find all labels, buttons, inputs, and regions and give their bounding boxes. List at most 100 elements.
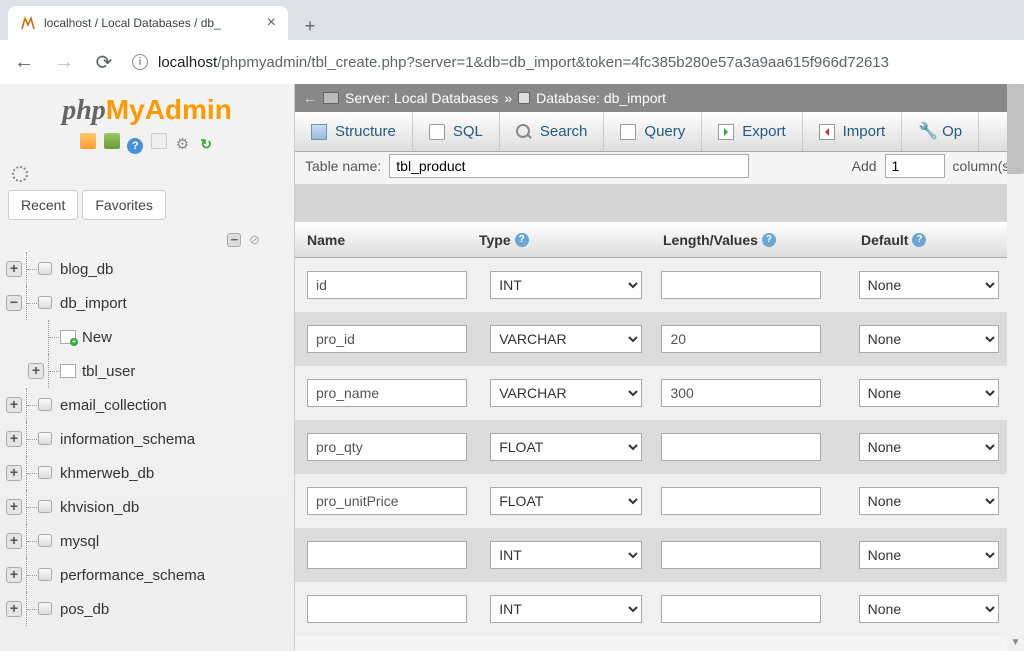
scrollbar-thumb[interactable] xyxy=(1007,84,1024,174)
expand-icon[interactable]: − xyxy=(6,295,22,311)
favorites-button[interactable]: Favorites xyxy=(82,190,166,220)
column-length-input[interactable] xyxy=(661,541,821,569)
column-length-input[interactable] xyxy=(661,487,821,515)
column-type-select[interactable]: FLOAT xyxy=(490,487,642,515)
docs-icon[interactable]: ? xyxy=(127,138,143,154)
tab-sql[interactable]: SQL xyxy=(413,112,500,151)
tab-search[interactable]: Search xyxy=(500,112,605,151)
operations-icon: 🔧 xyxy=(918,124,934,140)
tab-import[interactable]: Import xyxy=(803,112,903,151)
tree-item[interactable]: +New xyxy=(6,320,288,354)
link-icon[interactable]: ⊘ xyxy=(249,232,260,247)
column-length-input[interactable] xyxy=(661,433,821,461)
tree-item-label[interactable]: information_schema xyxy=(60,431,195,448)
database-icon xyxy=(38,466,54,480)
column-length-input[interactable] xyxy=(661,271,821,299)
settings-icon[interactable]: ⚙ xyxy=(174,137,190,153)
reload-nav-icon[interactable]: ↻ xyxy=(198,136,214,152)
url-field[interactable]: i localhost/phpmyadmin/tbl_create.php?se… xyxy=(132,54,1012,71)
tree-item[interactable]: + email_collection xyxy=(6,388,288,422)
sql-docs-icon[interactable] xyxy=(151,133,167,149)
column-type-select[interactable]: VARCHAR xyxy=(490,325,642,353)
column-name-input[interactable] xyxy=(307,433,467,461)
table-name-input[interactable] xyxy=(389,154,749,178)
tab-structure[interactable]: Structure xyxy=(295,112,413,151)
tree-item-label[interactable]: tbl_user xyxy=(82,363,135,380)
column-default-select[interactable]: None xyxy=(859,325,999,353)
column-default-select[interactable]: None xyxy=(859,379,999,407)
help-icon[interactable]: ? xyxy=(912,233,926,247)
help-icon[interactable]: ? xyxy=(762,233,776,247)
tree-item[interactable]: + pos_db xyxy=(6,592,288,626)
scrollbar-down-icon[interactable]: ▼ xyxy=(1007,634,1024,651)
browser-tab[interactable]: localhost / Local Databases / db_ × xyxy=(8,6,288,40)
home-icon[interactable] xyxy=(80,133,96,149)
tab-operations[interactable]: 🔧Op xyxy=(902,112,979,151)
column-default-select[interactable]: None xyxy=(859,487,999,515)
nav-back-icon[interactable]: ← xyxy=(12,51,36,74)
tree-item-label[interactable]: khmerweb_db xyxy=(60,465,154,482)
logout-icon[interactable] xyxy=(104,133,120,149)
tree-item-label[interactable]: khvision_db xyxy=(60,499,139,516)
tab-export[interactable]: Export xyxy=(702,112,802,151)
expand-icon[interactable]: + xyxy=(6,533,22,549)
column-name-input[interactable] xyxy=(307,379,467,407)
tree-item[interactable]: + tbl_user xyxy=(6,354,288,388)
column-type-select[interactable]: FLOAT xyxy=(490,433,642,461)
tree-item[interactable]: + khvision_db xyxy=(6,490,288,524)
tree-item-label[interactable]: blog_db xyxy=(60,261,113,278)
shortcut-bar: ? ⚙ ↻ xyxy=(6,129,288,162)
column-name-input[interactable] xyxy=(307,595,467,623)
tab-query[interactable]: Query xyxy=(604,112,702,151)
column-length-input[interactable] xyxy=(661,379,821,407)
column-default-select[interactable]: None xyxy=(859,271,999,299)
expand-icon[interactable]: + xyxy=(6,261,22,277)
expand-icon[interactable]: + xyxy=(6,499,22,515)
column-name-input[interactable] xyxy=(307,325,467,353)
column-length-input[interactable] xyxy=(661,595,821,623)
expand-icon[interactable]: + xyxy=(6,567,22,583)
column-name-input[interactable] xyxy=(307,541,467,569)
expand-icon[interactable]: + xyxy=(6,465,22,481)
breadcrumb-database[interactable]: Database: db_import xyxy=(536,90,666,106)
collapse-all-icon[interactable]: − xyxy=(227,233,241,247)
phpmyadmin-logo[interactable]: phpMyAdmin xyxy=(6,88,288,129)
tree-item[interactable]: + performance_schema xyxy=(6,558,288,592)
new-tab-button[interactable]: + xyxy=(296,12,324,40)
add-columns-input[interactable] xyxy=(885,154,945,178)
tree-item[interactable]: + khmerweb_db xyxy=(6,456,288,490)
expand-icon[interactable]: + xyxy=(6,601,22,617)
column-name-input[interactable] xyxy=(307,487,467,515)
tree-item-label[interactable]: db_import xyxy=(60,295,127,312)
tree-item-label[interactable]: New xyxy=(82,329,112,346)
tree-item[interactable]: + blog_db xyxy=(6,252,288,286)
tree-item[interactable]: + mysql xyxy=(6,524,288,558)
nav-reload-icon[interactable]: ⟳ xyxy=(92,50,116,75)
column-type-select[interactable]: INT xyxy=(490,595,642,623)
column-type-select[interactable]: VARCHAR xyxy=(490,379,642,407)
site-info-icon[interactable]: i xyxy=(132,54,148,70)
column-name-input[interactable] xyxy=(307,271,467,299)
tree-connector xyxy=(26,252,38,286)
tree-item[interactable]: − db_import xyxy=(6,286,288,320)
tree-item-label[interactable]: mysql xyxy=(60,533,99,550)
column-type-select[interactable]: INT xyxy=(490,271,642,299)
help-icon[interactable]: ? xyxy=(515,233,529,247)
tree-item-label[interactable]: email_collection xyxy=(60,397,167,414)
tab-close-icon[interactable]: × xyxy=(267,14,276,32)
tree-item-label[interactable]: pos_db xyxy=(60,601,109,618)
expand-icon[interactable]: + xyxy=(6,431,22,447)
expand-icon[interactable]: + xyxy=(28,363,44,379)
column-length-input[interactable] xyxy=(661,325,821,353)
column-default-select[interactable]: None xyxy=(859,541,999,569)
column-type-select[interactable]: INT xyxy=(490,541,642,569)
tree-item-label[interactable]: performance_schema xyxy=(60,567,205,584)
breadcrumb-back-icon[interactable]: ← xyxy=(303,90,317,106)
tree-item[interactable]: + information_schema xyxy=(6,422,288,456)
vertical-scrollbar[interactable]: ▼ xyxy=(1007,84,1024,651)
column-default-select[interactable]: None xyxy=(859,433,999,461)
breadcrumb-server[interactable]: Server: Local Databases xyxy=(345,90,498,106)
column-default-select[interactable]: None xyxy=(859,595,999,623)
expand-icon[interactable]: + xyxy=(6,397,22,413)
recent-button[interactable]: Recent xyxy=(8,190,78,220)
